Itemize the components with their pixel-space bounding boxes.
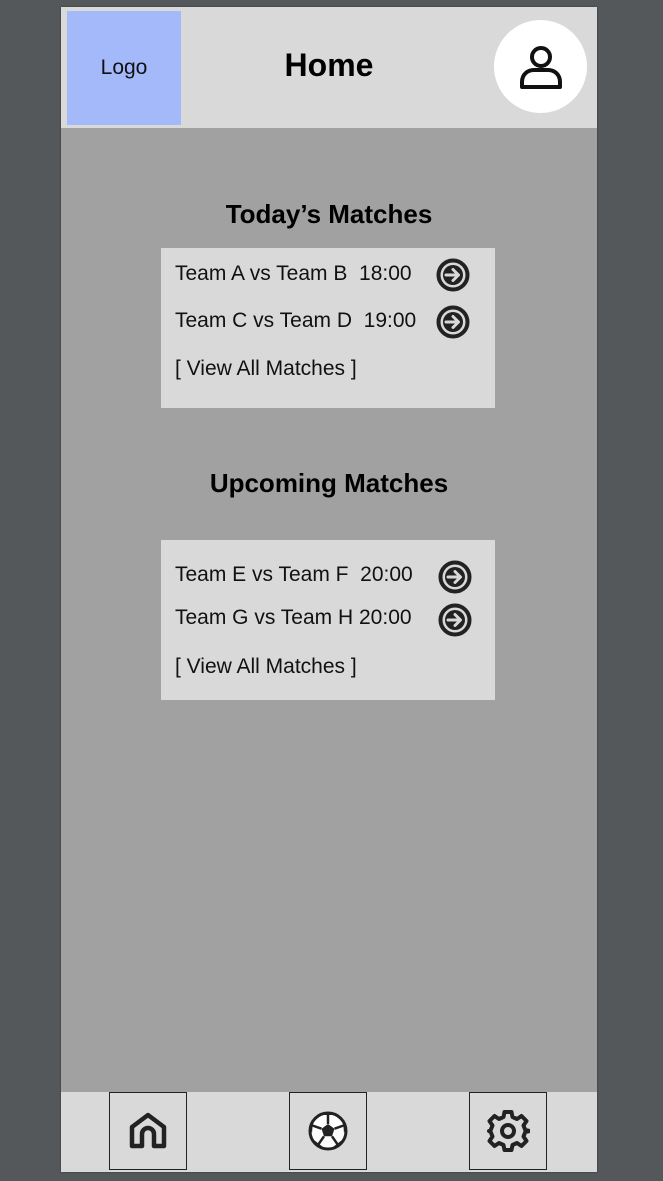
match-row[interactable]: Team A vs Team B 18:00	[175, 262, 412, 286]
match-row[interactable]: Team G vs Team H 20:00	[175, 606, 412, 630]
todays-matches-card: Team A vs Team B 18:00 Team C vs Team D …	[161, 248, 495, 408]
nav-settings-button[interactable]	[469, 1092, 547, 1170]
gear-icon	[487, 1110, 530, 1152]
match-row[interactable]: Team E vs Team F 20:00	[175, 563, 413, 587]
profile-button[interactable]	[494, 20, 587, 113]
arrow-right-circle-icon[interactable]	[436, 258, 470, 292]
todays-matches-title: Today’s Matches	[225, 199, 433, 229]
logo-label: Logo	[100, 56, 148, 79]
page-title: Home	[284, 47, 374, 83]
logo[interactable]: Logo	[67, 11, 181, 125]
user-icon	[519, 45, 562, 89]
match-row[interactable]: Team C vs Team D 19:00	[175, 309, 416, 333]
soccer-ball-icon	[308, 1111, 348, 1151]
home-icon	[129, 1112, 167, 1149]
nav-matches-button[interactable]	[289, 1092, 367, 1170]
upcoming-matches-card: Team E vs Team F 20:00 Team G vs Team H …	[161, 540, 495, 700]
arrow-right-circle-icon[interactable]	[438, 560, 472, 594]
arrow-right-circle-icon[interactable]	[438, 603, 472, 637]
phone-screen: Logo Home Today’s Matches Team A vs Team…	[61, 7, 597, 1172]
arrow-right-circle-icon[interactable]	[436, 305, 470, 339]
view-all-matches-link[interactable]: [ View All Matches ]	[175, 357, 357, 381]
upcoming-matches-title: Upcoming Matches	[209, 468, 449, 498]
view-all-matches-link[interactable]: [ View All Matches ]	[175, 655, 357, 679]
bottom-navbar	[61, 1092, 597, 1172]
header: Logo Home	[61, 7, 597, 128]
nav-home-button[interactable]	[109, 1092, 187, 1170]
